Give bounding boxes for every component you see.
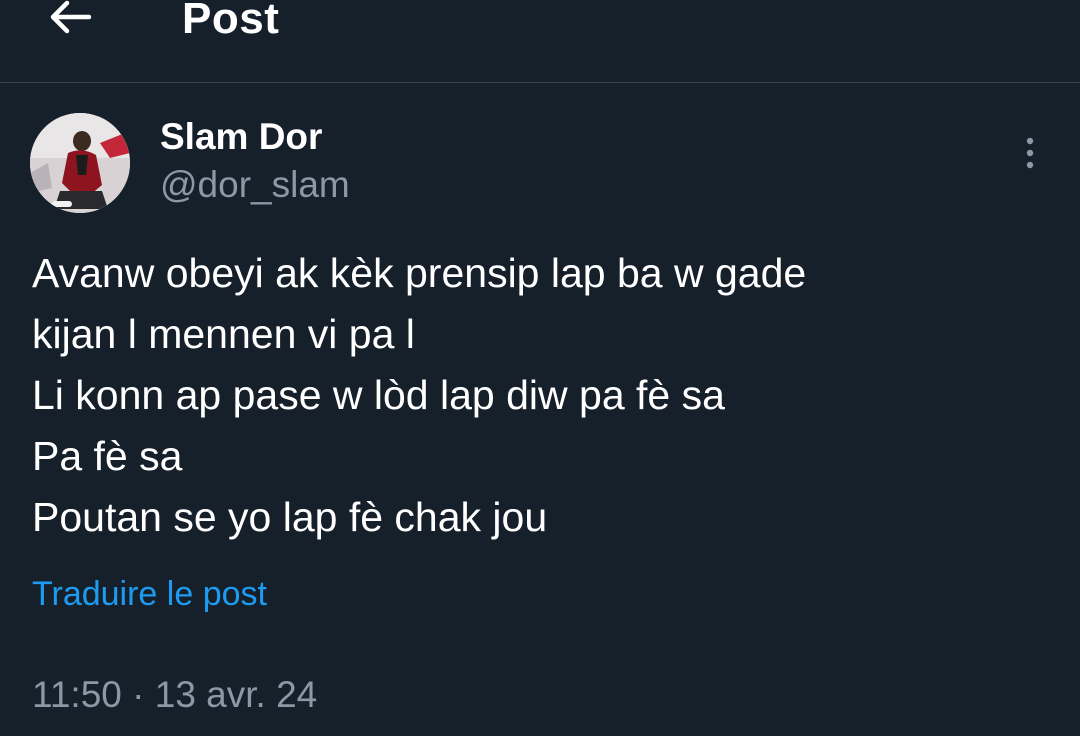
post-timestamp[interactable]: 11:50 · 13 avr. 24 [32, 673, 317, 717]
post-date: 13 avr. 24 [154, 674, 318, 715]
post-body: Avanw obeyi ak kèk prensip lap ba w gade… [32, 243, 1052, 548]
profile-photo [30, 113, 130, 213]
post-text-line: Li konn ap pase w lòd lap diw pa fè sa [32, 372, 725, 418]
post-text-line: kijan l mennen vi pa l [32, 311, 415, 357]
post-text-line: Avanw obeyi ak kèk prensip lap ba w gade [32, 250, 807, 296]
meta-separator: · [132, 674, 145, 715]
avatar[interactable] [30, 113, 130, 213]
translate-post-link[interactable]: Traduire le post [32, 573, 267, 615]
more-vertical-icon [1026, 137, 1034, 169]
back-button[interactable] [40, 0, 100, 42]
more-options-button[interactable] [1012, 133, 1048, 173]
arrow-left-icon [50, 0, 92, 34]
author-display-name[interactable]: Slam Dor [160, 116, 322, 158]
top-bar: Post [0, 0, 1080, 83]
post-text-line: Pa fè sa [32, 433, 183, 479]
post-screen: Post Slam Dor @dor_slam Avanw obeyi ak k… [0, 0, 1080, 736]
post-text-line: Poutan se yo lap fè chak jou [32, 494, 548, 540]
author-handle[interactable]: @dor_slam [160, 164, 350, 206]
page-title: Post [182, 0, 280, 43]
post-time: 11:50 [32, 674, 122, 715]
